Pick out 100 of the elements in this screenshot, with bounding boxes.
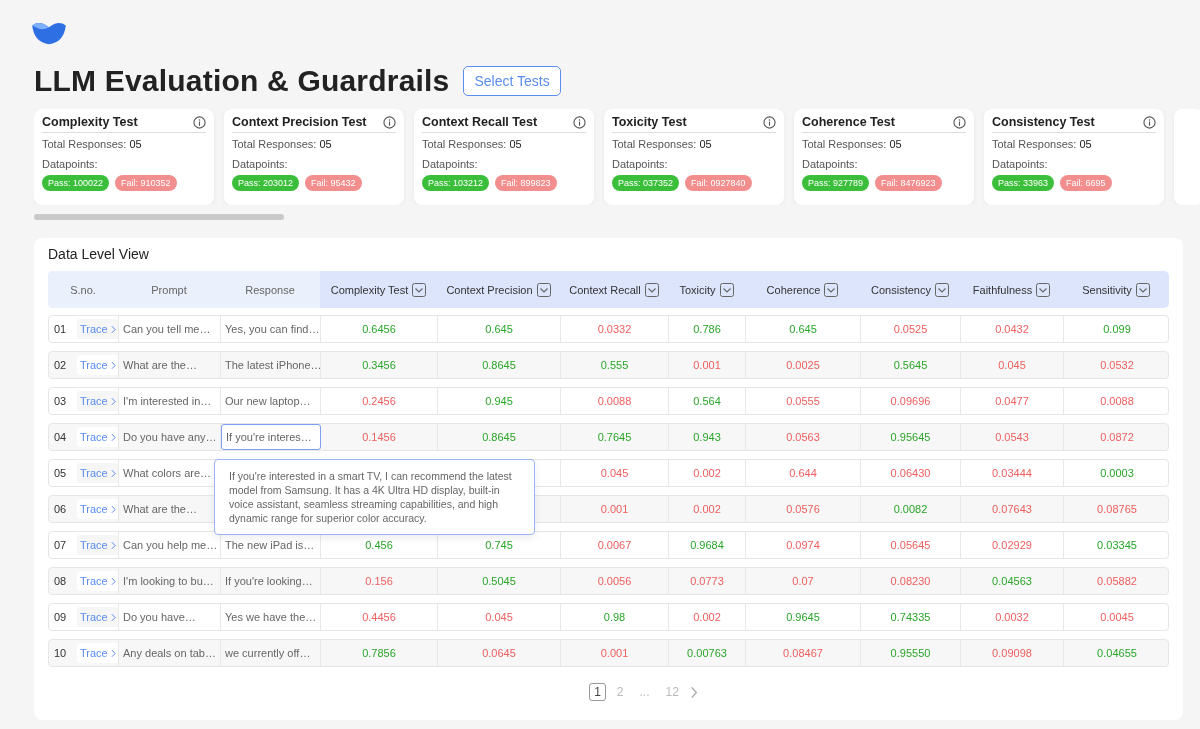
select-tests-button[interactable]: Select Tests <box>463 66 561 96</box>
chevron-icon <box>110 360 116 370</box>
score-cell: 0.786 <box>669 316 746 342</box>
card-title: Context Recall Test <box>422 115 538 129</box>
score-cell-text: 0.0003 <box>1099 466 1135 481</box>
score-cell: 0.555 <box>561 352 669 378</box>
card-title: Toxicity Test <box>612 115 687 129</box>
response-tooltip: If you're interested in a smart TV, I can recommend the latest model from Samsung. It has a 4K Ultra HD display, built-in voice assistant, seamless streaming capabilities, and high dynamic range for superior color accuracy. <box>214 459 535 535</box>
row-number: 07 <box>53 538 68 553</box>
section-title: Data Level View <box>48 246 150 262</box>
page-button[interactable]: 12 <box>660 683 684 701</box>
score-cell: 0.0645 <box>438 640 561 666</box>
score-cell: 0.09098 <box>961 640 1064 666</box>
dropdown-icon[interactable] <box>719 282 734 297</box>
info-icon[interactable] <box>573 115 586 129</box>
dropdown-icon[interactable] <box>412 282 427 297</box>
trace-link[interactable]: Trace <box>77 499 118 519</box>
score-cell: 0.4456 <box>321 604 438 630</box>
score-cell: 0.0543 <box>961 424 1064 450</box>
score-cell: 0.6456 <box>321 316 438 342</box>
column-header: Context Precision <box>446 283 533 296</box>
responses-count: 05 <box>509 138 522 150</box>
page-button[interactable]: 2 <box>611 683 629 701</box>
response-cell[interactable]: If you're interes… <box>221 424 321 450</box>
trace-link[interactable]: Trace <box>77 607 118 627</box>
fail-pill: Fail: 899823 <box>495 175 557 191</box>
score-cell: 0.07 <box>746 568 861 594</box>
response-cell[interactable]: Our new laptop… <box>221 388 321 414</box>
trace-link[interactable]: Trace <box>77 319 118 339</box>
score-cell: 0.945 <box>438 388 561 414</box>
dropdown-icon[interactable] <box>934 282 949 297</box>
trace-link[interactable]: Trace <box>77 427 118 447</box>
scrollbar[interactable] <box>34 214 284 220</box>
score-cell: 0.0056 <box>561 568 669 594</box>
info-icon[interactable] <box>193 115 206 129</box>
row-number: 10 <box>53 646 68 661</box>
info-icon[interactable] <box>383 115 396 129</box>
prompt-cell: I'm looking to bu… <box>119 568 221 594</box>
pass-pill: Pass: 037352 <box>612 175 680 191</box>
score-cell: 0.0555 <box>746 388 861 414</box>
response-cell[interactable]: The latest iPhone… <box>221 352 321 378</box>
score-cell: 0.5045 <box>438 568 561 594</box>
score-cell: 0.001 <box>669 352 746 378</box>
dropdown-icon[interactable] <box>824 282 839 297</box>
response-cell[interactable]: we currently off… <box>221 640 321 666</box>
dropdown-icon[interactable] <box>644 282 659 297</box>
score-cell: 0.5645 <box>861 352 961 378</box>
score-cell: 0.0032 <box>961 604 1064 630</box>
score-cell: 0.045 <box>961 352 1064 378</box>
column-header: Prompt <box>151 283 187 296</box>
responses-label: Total Responses: <box>802 138 887 150</box>
trace-link[interactable]: Trace <box>77 463 118 483</box>
chevron-icon <box>110 468 116 478</box>
responses-label: Total Responses: <box>422 138 507 150</box>
response-cell[interactable]: If you're looking… <box>221 568 321 594</box>
fail-pill: Fail: 8476923 <box>875 175 942 191</box>
score-cell: 0.001 <box>561 496 669 522</box>
dropdown-icon[interactable] <box>1036 282 1051 297</box>
trace-link[interactable]: Trace <box>77 571 118 591</box>
page-button[interactable]: 1 <box>589 683 606 701</box>
info-icon[interactable] <box>763 115 776 129</box>
trace-link[interactable]: Trace <box>77 391 118 411</box>
info-icon[interactable] <box>953 115 966 129</box>
score-cell-text: 0.05882 <box>1096 574 1138 589</box>
score-cell: 0.05645 <box>861 532 961 558</box>
score-cell: 0.0525 <box>861 316 961 342</box>
trace-link[interactable]: Trace <box>77 535 118 555</box>
dropdown-icon[interactable] <box>536 282 551 297</box>
response-cell[interactable]: Yes we have the… <box>221 604 321 630</box>
response-cell[interactable]: Yes, you can find… <box>221 316 321 342</box>
chevron-icon <box>110 396 116 406</box>
prompt-cell: What are the… <box>119 352 221 378</box>
score-cell-text: 0.0045 <box>1099 610 1135 625</box>
score-cell: 0.02929 <box>961 532 1064 558</box>
responses-count: 05 <box>1079 138 1092 150</box>
score-cell: 0.08230 <box>861 568 961 594</box>
info-icon[interactable] <box>1143 115 1156 129</box>
trace-link[interactable]: Trace <box>77 355 118 375</box>
column-header: Faithfulness <box>972 283 1033 296</box>
dropdown-icon[interactable] <box>1135 282 1150 297</box>
card-title: Coherence Test <box>802 115 895 129</box>
score-cell: 0.1456 <box>321 424 438 450</box>
score-cell: 0.564 <box>669 388 746 414</box>
score-cell-text: 0.0872 <box>1099 430 1135 445</box>
page-button[interactable]: ... <box>634 683 655 701</box>
pass-pill: Pass: 103212 <box>422 175 490 191</box>
score-cell: 0.0974 <box>746 532 861 558</box>
score-cell: 0.645 <box>438 316 561 342</box>
responses-label: Total Responses: <box>612 138 697 150</box>
prompt-cell: Do you have… <box>119 604 221 630</box>
score-cell: 0.045 <box>561 460 669 486</box>
responses-count: 05 <box>699 138 712 150</box>
fail-pill: Fail: 0927840 <box>685 175 752 191</box>
datapoints-label: Datapoints: <box>422 158 479 170</box>
trace-link[interactable]: Trace <box>77 643 118 663</box>
responses-count: 05 <box>319 138 332 150</box>
chevron-icon <box>110 324 116 334</box>
score-cell: 0.0432 <box>961 316 1064 342</box>
row-number: 05 <box>53 466 68 481</box>
score-cell: 0.8645 <box>438 352 561 378</box>
